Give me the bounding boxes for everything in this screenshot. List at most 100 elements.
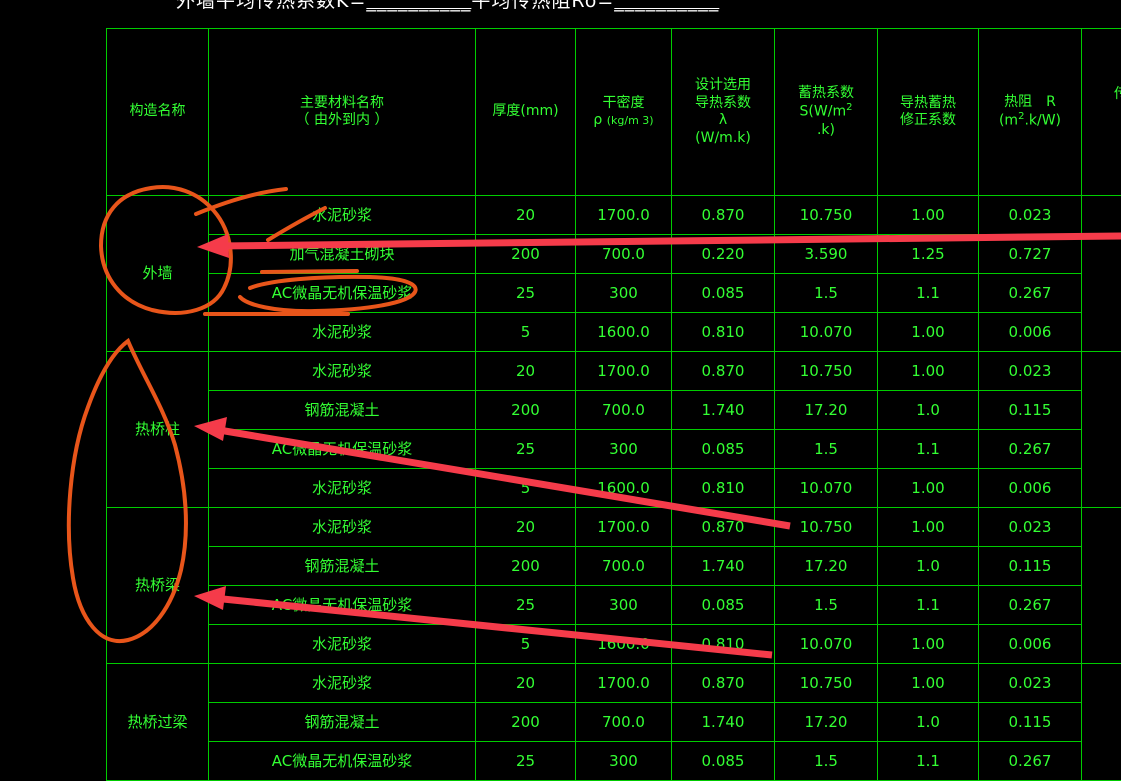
table-row: 热桥柱水泥砂浆201700.00.87010.7501.000.023 [107,352,1121,391]
heat-storage-cell: 1.5 [775,274,878,313]
header-heat-storage-line1: 蓄热系数 [775,85,877,103]
table-header: 构造名称 主要材料名称 （ 由外到内 ） 厚度(mm) 干密度 ρ (kg/m … [107,29,1121,196]
lambda-cell: 0.810 [672,625,775,664]
material-cell: AC微晶无机保温砂浆 [209,430,476,469]
heat-storage-cell: 10.070 [775,625,878,664]
header-lambda-line4: (W/m.k) [672,130,774,148]
header-heat-storage-line3: .k) [775,122,877,140]
correction-cell: 1.00 [878,508,979,547]
header-thermal-resistance: 热阻 R (m2.k/W) [979,29,1082,196]
density-cell: 300 [576,430,672,469]
header-lambda-line3: λ [672,112,774,130]
header-k-line1: 传热系数 [1082,86,1121,104]
header-material-name-line1: 主要材料名称 [209,95,475,113]
heat-storage-cell: 10.750 [775,196,878,235]
header-correction-line1: 导热蓄热 [878,95,978,113]
header-k-line3: .k [1082,121,1121,139]
table-row: AC微晶无机保温砂浆253000.0851.51.10.267 [107,742,1121,781]
structure-name-cell: 热桥柱 [107,352,209,508]
density-cell: 700.0 [576,703,672,742]
table-row: 水泥砂浆51600.00.81010.0701.000.006 [107,469,1121,508]
lambda-cell: 1.740 [672,703,775,742]
header-thermal-resistance-line2: (m2.k/W) [979,111,1081,130]
thermal-resistance-cell: 0.267 [979,274,1082,313]
correction-cell: 1.00 [878,352,979,391]
header-correction: 导热蓄热 修正系数 [878,29,979,196]
lambda-cell: 0.870 [672,664,775,703]
lambda-cell: 0.085 [672,742,775,781]
header-lambda-line2: 导热系数 [672,95,774,113]
table-row: 钢筋混凝土200700.01.74017.201.00.115 [107,547,1121,586]
thickness-cell: 200 [476,703,576,742]
heat-storage-cell: 3.590 [775,235,878,274]
correction-cell: 1.0 [878,547,979,586]
correction-cell: 1.0 [878,391,979,430]
density-cell: 1600.0 [576,313,672,352]
structure-name-cell: 热桥梁 [107,508,209,664]
lambda-cell: 0.870 [672,196,775,235]
header-thickness: 厚度(mm) [476,29,576,196]
header-r-unit-close: .k/W) [1024,113,1061,129]
material-cell: AC微晶无机保温砂浆 [209,586,476,625]
heat-transfer-coefficient-cell [1082,352,1121,508]
lambda-cell: 0.085 [672,274,775,313]
lambda-cell: 0.085 [672,586,775,625]
heading-text-before: 外墙平均传热系数K= [176,0,366,12]
material-cell: 加气混凝土砌块 [209,235,476,274]
header-density-unit: (kg/m 3) [607,114,654,127]
correction-cell: 1.1 [878,430,979,469]
thermal-properties-table-wrap: 构造名称 主要材料名称 （ 由外到内 ） 厚度(mm) 干密度 ρ (kg/m … [106,28,1121,781]
material-cell: 水泥砂浆 [209,664,476,703]
density-cell: 1600.0 [576,469,672,508]
table-body: 外墙水泥砂浆201700.00.87010.7501.000.023加气混凝土砌… [107,196,1121,781]
thermal-resistance-cell: 0.023 [979,196,1082,235]
correction-cell: 1.00 [878,469,979,508]
material-cell: 钢筋混凝土 [209,391,476,430]
density-cell: 1600.0 [576,625,672,664]
heat-storage-cell: 10.750 [775,352,878,391]
structure-name-cell: 外墙 [107,196,209,352]
structure-name-cell: 热桥过梁 [107,664,209,781]
table-header-row: 构造名称 主要材料名称 （ 由外到内 ） 厚度(mm) 干密度 ρ (kg/m … [107,29,1121,196]
density-cell: 300 [576,274,672,313]
correction-cell: 1.00 [878,625,979,664]
header-heat-storage-line2: S(W/m2 [775,102,877,121]
material-cell: 水泥砂浆 [209,625,476,664]
table-row: 热桥过梁水泥砂浆201700.00.87010.7501.000.023 [107,664,1121,703]
thickness-cell: 200 [476,391,576,430]
header-density-rho: ρ [593,112,602,128]
thickness-cell: 25 [476,274,576,313]
thickness-cell: 20 [476,508,576,547]
thermal-resistance-cell: 0.006 [979,469,1082,508]
density-cell: 1700.0 [576,196,672,235]
material-cell: AC微晶无机保温砂浆 [209,274,476,313]
table-row: 钢筋混凝土200700.01.74017.201.00.115 [107,703,1121,742]
density-cell: 700.0 [576,547,672,586]
density-cell: 1700.0 [576,508,672,547]
material-cell: 水泥砂浆 [209,313,476,352]
heat-transfer-coefficient-cell: 0.9 [1082,508,1121,664]
material-cell: 钢筋混凝土 [209,703,476,742]
table-row: 钢筋混凝土200700.01.74017.201.00.115 [107,391,1121,430]
density-cell: 700.0 [576,235,672,274]
thermal-resistance-cell: 0.023 [979,508,1082,547]
thickness-cell: 20 [476,352,576,391]
lambda-cell: 0.220 [672,235,775,274]
thickness-cell: 25 [476,430,576,469]
lambda-cell: 0.870 [672,508,775,547]
table-row: AC微晶无机保温砂浆253000.0851.51.10.267 [107,430,1121,469]
correction-cell: 1.00 [878,313,979,352]
thermal-resistance-cell: 0.267 [979,430,1082,469]
header-lambda-line1: 设计选用 [672,77,774,95]
header-thermal-resistance-line1: 热阻 R [979,94,1081,112]
thermal-resistance-cell: 0.115 [979,703,1082,742]
lambda-cell: 0.085 [672,430,775,469]
lambda-cell: 1.740 [672,391,775,430]
correction-cell: 1.1 [878,586,979,625]
table-row: AC微晶无机保温砂浆253000.0851.51.10.267 [107,586,1121,625]
lambda-cell: 0.810 [672,313,775,352]
correction-cell: 1.1 [878,274,979,313]
density-cell: 1700.0 [576,664,672,703]
lambda-cell: 1.740 [672,547,775,586]
heat-storage-cell: 10.750 [775,664,878,703]
